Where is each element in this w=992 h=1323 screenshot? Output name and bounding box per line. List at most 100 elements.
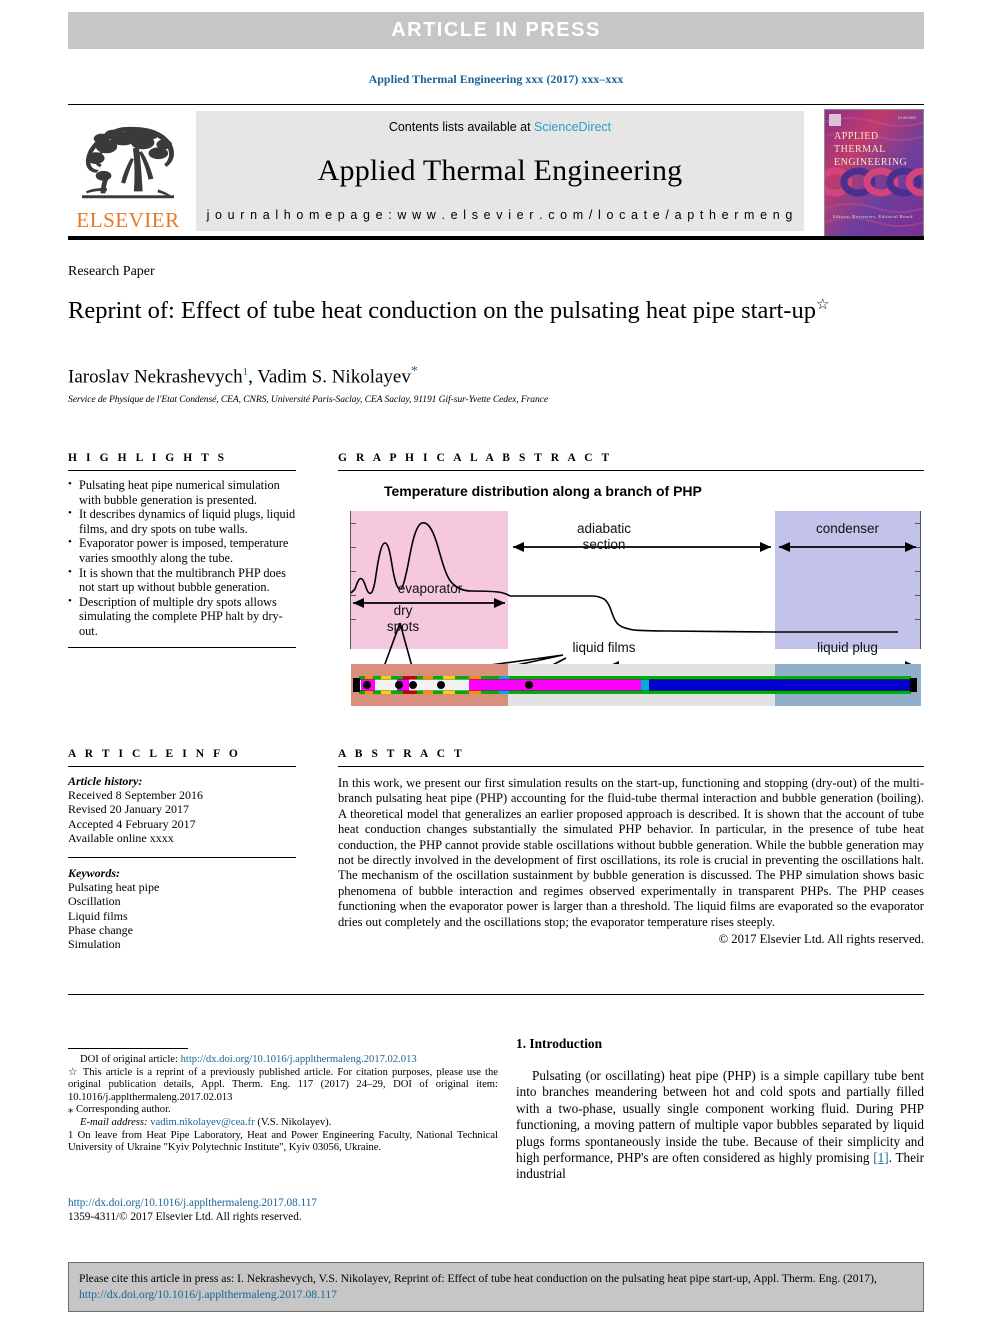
cover-journal-title: APPLIED THERMAL ENGINEERING <box>834 131 908 168</box>
author-list: Iaroslav Nekrashevych1, Vadim S. Nikolay… <box>68 364 888 388</box>
intro-text-a: Pulsating (or oscillating) heat pipe (PH… <box>516 1068 924 1166</box>
article-info-rule <box>68 766 296 767</box>
title-footnote-marker: ☆ <box>815 297 830 313</box>
highlights-bottom-rule <box>68 646 296 648</box>
sciencedirect-link[interactable]: ScienceDirect <box>534 120 611 134</box>
keywords-label: Keywords: <box>68 866 120 881</box>
journal-homepage-line: j o u r n a l h o m e p a g e : w w w . … <box>206 208 794 222</box>
article-history-label: Article history: <box>68 774 143 788</box>
keyword-item: Liquid films <box>68 908 128 923</box>
footnote-email: E-mail address: vadim.nikolayev@cea.fr (… <box>68 1117 498 1130</box>
history-item: Accepted 4 February 2017 <box>68 816 196 831</box>
list-item: It describes dynamics of liquid plugs, l… <box>68 506 296 536</box>
keywords-block: Keywords: Pulsating heat pipe Oscillatio… <box>68 866 296 951</box>
keywords-rule <box>68 857 296 859</box>
contents-prefix: Contents lists available at <box>388 120 535 134</box>
introduction-heading: 1. Introduction <box>516 1036 603 1051</box>
journal-running-head: Applied Thermal Engineering xxx (2017) x… <box>368 72 624 86</box>
article-doi-link[interactable]: http://dx.doi.org/10.1016/j.applthermale… <box>68 1197 317 1209</box>
cite-this-article-text: Please cite this article in press as: I.… <box>79 1271 913 1302</box>
article-info-section: A R T I C L E I N F O Article history: R… <box>68 748 296 951</box>
article-in-press-banner: ARTICLE IN PRESS <box>68 12 924 49</box>
list-item: Pulsating heat pipe numerical simulation… <box>68 477 296 507</box>
abstract-copyright: © 2017 Elsevier Ltd. All rights reserved… <box>718 932 924 947</box>
graphical-abstract-rule <box>338 470 924 471</box>
footnote-corresponding-author: ⁎ Corresponding author. <box>68 1104 171 1116</box>
highlights-rule <box>68 470 296 471</box>
introduction-paragraph: Pulsating (or oscillating) heat pipe (PH… <box>516 1068 924 1183</box>
highlights-section: H I G H L I G H T S Pulsating heat pipe … <box>68 452 296 648</box>
masthead-bottom-rule <box>68 236 924 240</box>
highlights-heading: H I G H L I G H T S <box>68 452 228 464</box>
article-page: ARTICLE IN PRESS Applied Thermal Enginee… <box>0 0 992 1323</box>
footnote-email-label: E-mail address: <box>80 1116 151 1128</box>
author-affiliation: Service de Physique de l'Etat Condensé, … <box>68 394 548 405</box>
list-item: Evaporator power is imposed, temperature… <box>68 535 296 565</box>
highlights-list: Pulsating heat pipe numerical simulation… <box>68 477 296 639</box>
list-item: Description of multiple dry spots allows… <box>68 594 296 639</box>
history-item: Received 8 September 2016 <box>68 788 203 803</box>
label-dry-spots: dry spots <box>368 603 438 635</box>
abstract-section: A B S T R A C T In this work, we present… <box>338 748 924 947</box>
article-history-block: Article history: Received 8 September 20… <box>68 774 296 845</box>
elsevier-logo: ELSEVIER <box>68 111 188 231</box>
author-2-name: , Vadim S. Nikolayev <box>248 366 411 388</box>
footnote-email-suffix: (V.S. Nikolayev). <box>254 1116 332 1128</box>
label-adiabatic-section: adiabatic section <box>534 521 674 553</box>
article-type-label: Research Paper <box>68 264 155 279</box>
figure-title: Temperature distribution along a branch … <box>384 483 702 499</box>
label-liquid-films: liquid films <box>572 640 636 655</box>
graphical-abstract-section: G R A P H I C A L A B S T R A C T Temper… <box>338 452 924 706</box>
journal-masthead: ELSEVIER Contents lists available at Sci… <box>68 109 924 238</box>
cover-editors-line: Editors: Reviewers, Editorial Board <box>833 214 913 219</box>
label-adiabatic-line1: adiabatic <box>576 521 632 536</box>
page-title: Reprint of: Effect of tube heat conducti… <box>68 289 868 327</box>
paper-title-text: Reprint of: Effect of tube heat conducti… <box>68 297 816 325</box>
footnotes-section: DOI of original article: http://dx.doi.o… <box>68 1048 498 1155</box>
tube-detail-svg <box>353 676 917 694</box>
corresponding-author-marker: * <box>410 364 418 379</box>
footnote-separator-rule <box>68 1048 188 1049</box>
label-adiabatic-line2: section <box>582 537 626 552</box>
label-liquid-plug: liquid plug <box>817 640 878 655</box>
footnote-doi-original: DOI of original article: http://dx.doi.o… <box>68 1054 498 1067</box>
graphical-abstract-figure: adiabatic section condenser evaporator d… <box>338 503 924 706</box>
footnote-doi-label: DOI of original article: <box>80 1054 181 1065</box>
contents-list-line: Contents lists available at ScienceDirec… <box>389 120 611 134</box>
article-in-press-label: ARTICLE IN PRESS <box>391 19 601 41</box>
journal-title: Applied Thermal Engineering <box>317 154 683 187</box>
label-evaporator: evaporator <box>397 581 463 596</box>
abstract-heading: A B S T R A C T <box>338 748 465 760</box>
abstract-rule <box>338 766 924 767</box>
issn-block: http://dx.doi.org/10.1016/j.applthermale… <box>68 1196 498 1224</box>
history-item: Revised 20 January 2017 <box>68 802 189 817</box>
reference-link-1[interactable]: [1] <box>873 1150 888 1165</box>
label-dry-spots-line1: dry <box>393 603 413 618</box>
cite-prefix: Please cite this article in press as: I.… <box>79 1272 877 1285</box>
article-info-heading: A R T I C L E I N F O <box>68 748 241 760</box>
introduction-section: 1. Introduction Pulsating (or oscillatin… <box>516 1036 924 1183</box>
list-item: It is shown that the multibranch PHP doe… <box>68 565 296 595</box>
keyword-item: Pulsating heat pipe <box>68 880 160 895</box>
tube-cross-section <box>351 664 921 706</box>
masthead-center-panel: Contents lists available at ScienceDirec… <box>196 111 804 231</box>
footnote-doi-link[interactable]: http://dx.doi.org/10.1016/j.applthermale… <box>181 1054 417 1065</box>
graphical-abstract-heading: G R A P H I C A L A B S T R A C T <box>338 452 613 464</box>
keyword-item: Oscillation <box>68 894 121 909</box>
footnote-email-link[interactable]: vadim.nikolayev@cea.fr <box>150 1117 254 1128</box>
author-1-name: Iaroslav Nekrashevych <box>68 366 243 388</box>
cite-doi-link[interactable]: http://dx.doi.org/10.1016/j.applthermale… <box>79 1288 337 1301</box>
mid-page-rule <box>68 994 924 995</box>
cover-elsevier-mark: ELSEVIER <box>898 116 916 120</box>
keyword-item: Phase change <box>68 922 133 937</box>
label-condenser: condenser <box>815 521 880 536</box>
journal-cover-thumbnail: APPLIED THERMAL ENGINEERING Editors: Revie… <box>824 109 924 238</box>
footnote-reprint-note: ☆ This article is a reprint of a previou… <box>68 1066 498 1103</box>
footnote-on-leave: 1 On leave from Heat Pipe Laboratory, He… <box>68 1129 498 1154</box>
masthead-top-rule <box>68 104 924 105</box>
issn-copyright-line: 1359-4311/© 2017 Elsevier Ltd. All right… <box>68 1211 302 1223</box>
keyword-item: Simulation <box>68 937 121 952</box>
elsevier-wordmark: ELSEVIER <box>76 208 180 232</box>
cover-art: APPLIED THERMAL ENGINEERING Editors: Revie… <box>825 110 923 237</box>
elsevier-tree-icon <box>82 126 174 199</box>
